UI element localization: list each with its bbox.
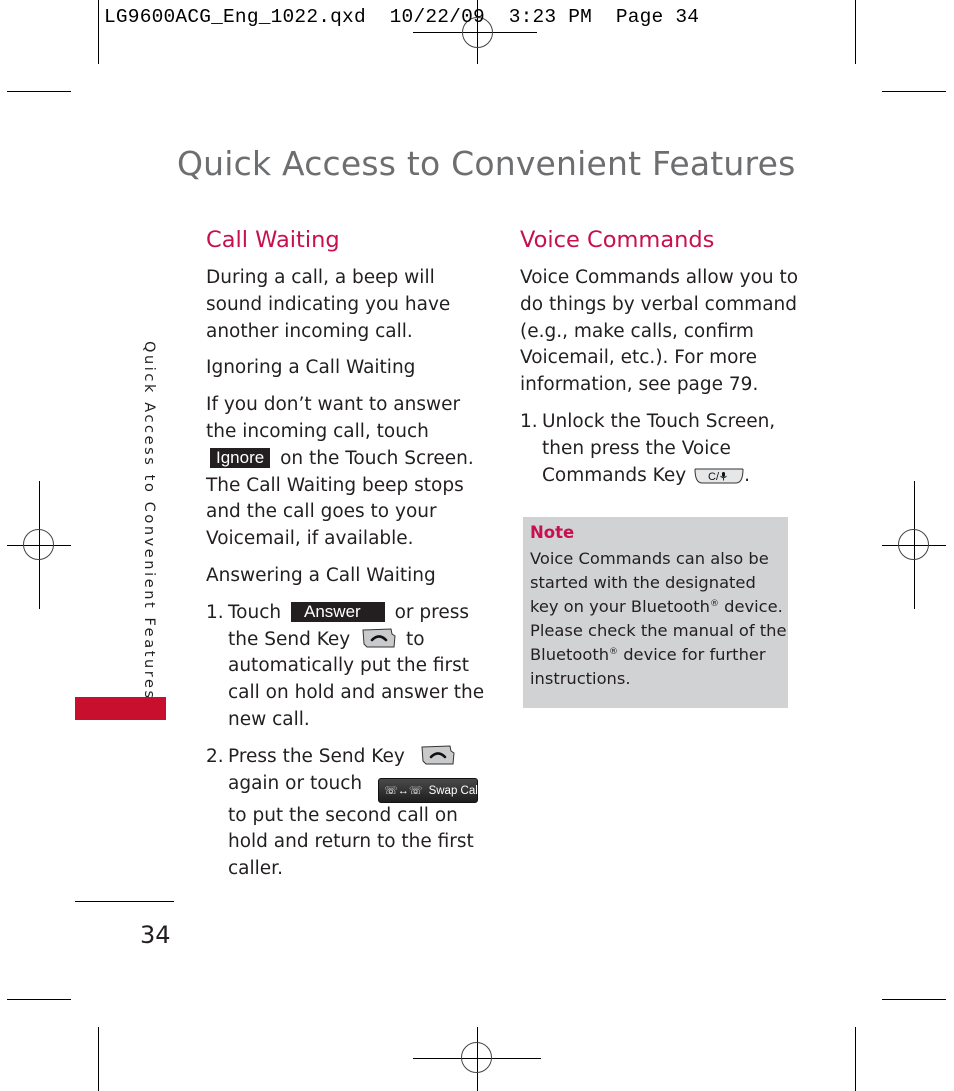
page-number: 34 bbox=[140, 921, 171, 949]
swap-calls-icon: ☏↔☏ bbox=[384, 784, 423, 797]
voice-commands-step-1: 1. Unlock the Touch Screen, then press t… bbox=[520, 409, 800, 489]
crop-mark-bl-h bbox=[7, 999, 71, 1000]
reg-mark-left-circle bbox=[23, 529, 54, 560]
ignoring-paragraph: If you don’t want to answer the incoming… bbox=[206, 392, 496, 553]
step-number: 1. bbox=[520, 410, 538, 432]
call-waiting-section: Call Waiting During a call, a beep will … bbox=[206, 223, 496, 893]
reg-mark-right-circle bbox=[898, 529, 929, 560]
slug-filename: LG9600ACG_Eng_1022.qxd bbox=[104, 6, 366, 28]
answer-button[interactable]: Answer bbox=[291, 601, 385, 622]
voice-commands-intro: Voice Commands allow you to do things by… bbox=[520, 267, 799, 396]
note-box: Note Voice Commands can also be started … bbox=[523, 517, 788, 708]
step-text-a: Press the Send Key bbox=[228, 745, 405, 767]
crop-mark-br-v bbox=[855, 1027, 856, 1091]
slug-date: 10/22/09 bbox=[389, 6, 485, 28]
slug-page: Page 34 bbox=[615, 6, 700, 28]
voice-commands-key-icon[interactable]: C/ bbox=[694, 467, 744, 484]
note-text: Voice Commands can also be started with … bbox=[530, 547, 788, 691]
svg-text:C/: C/ bbox=[708, 471, 720, 483]
registered-mark: ® bbox=[609, 647, 619, 657]
answering-step-2: 2. Press the Send Key again or touch ☏↔☏… bbox=[206, 744, 496, 883]
crop-mark-tl-h bbox=[7, 91, 71, 92]
ignoring-heading: Ignoring a Call Waiting bbox=[206, 357, 416, 379]
call-waiting-title: Call Waiting bbox=[206, 227, 340, 253]
step-number: 2. bbox=[206, 745, 224, 767]
voice-commands-steps: 1. Unlock the Touch Screen, then press t… bbox=[520, 409, 800, 489]
ignore-button[interactable]: Ignore bbox=[210, 447, 271, 468]
page-title: Quick Access to Convenient Features bbox=[177, 144, 796, 183]
ignoring-text-before: If you don’t want to answer the incoming… bbox=[206, 394, 461, 442]
swap-calls-label: Swap Calls bbox=[428, 784, 487, 797]
answering-heading: Answering a Call Waiting bbox=[206, 564, 436, 586]
step-number: 1. bbox=[206, 601, 224, 623]
crop-mark-tr-v bbox=[855, 0, 856, 64]
send-key-icon[interactable] bbox=[421, 745, 455, 765]
registered-mark: ® bbox=[709, 599, 719, 609]
side-tab-label: Quick Access to Convenient Features bbox=[141, 341, 157, 701]
print-slug: LG9600ACG_Eng_1022.qxd 10/22/09 3:23 PM … bbox=[104, 6, 699, 28]
step-end: . bbox=[744, 464, 751, 486]
call-waiting-intro: During a call, a beep will sound indicat… bbox=[206, 267, 451, 342]
crop-mark-tl-v bbox=[98, 0, 99, 64]
answering-step-1: 1. Touch Answer or press the Send Key to… bbox=[206, 600, 496, 734]
reg-mark-bottom-circle bbox=[461, 1042, 492, 1073]
voice-commands-section: Voice Commands Voice Commands allow you … bbox=[520, 223, 800, 499]
note-title: Note bbox=[530, 523, 575, 542]
step-text-c: to put the second call on hold and retur… bbox=[228, 804, 474, 880]
answering-steps: 1. Touch Answer or press the Send Key to… bbox=[206, 600, 496, 883]
step-text-a: Touch bbox=[228, 601, 282, 623]
send-key-icon[interactable] bbox=[362, 628, 396, 648]
crop-mark-br-h bbox=[882, 999, 946, 1000]
swap-calls-button[interactable]: ☏↔☏ Swap Calls bbox=[378, 777, 486, 803]
side-tab-accent-block bbox=[75, 697, 166, 720]
slug-time: 3:23 PM bbox=[508, 6, 593, 28]
voice-commands-title: Voice Commands bbox=[520, 227, 715, 253]
crop-mark-bl-v bbox=[98, 1027, 99, 1091]
crop-mark-tr-h bbox=[882, 91, 946, 92]
step-text-b: again or touch bbox=[228, 772, 363, 794]
footer-rule bbox=[75, 901, 174, 902]
